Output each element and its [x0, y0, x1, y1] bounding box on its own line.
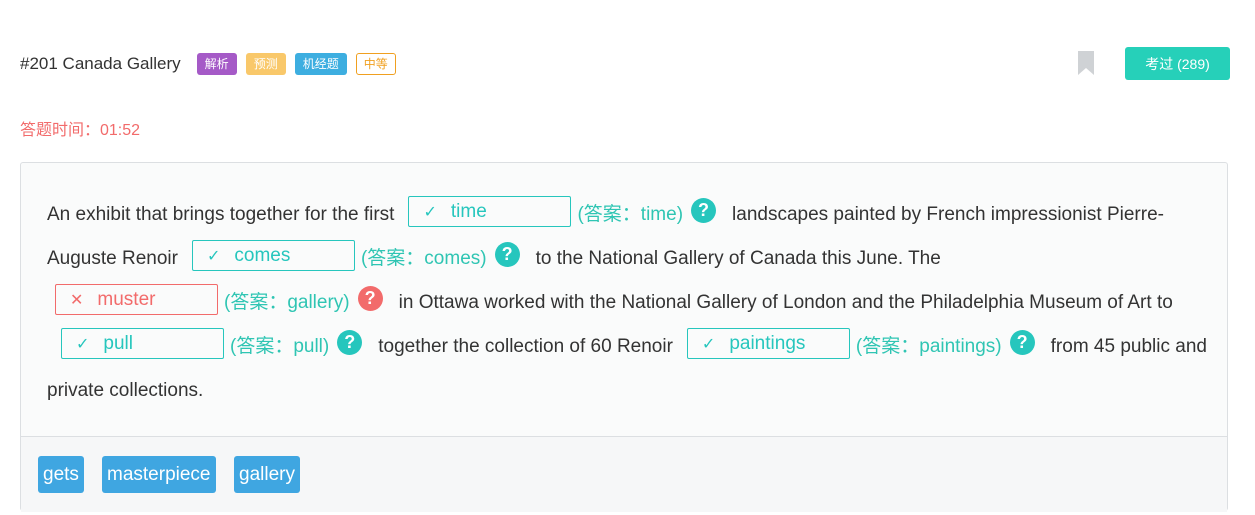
answer-timer: 答题时间：01:52 [20, 122, 141, 139]
help-icon[interactable]: ? [337, 330, 363, 356]
passage-text: to the National Gallery of Canada this J… [535, 248, 941, 269]
help-icon[interactable]: ? [494, 242, 520, 268]
help-icon[interactable]: ? [1009, 330, 1035, 356]
blank-4[interactable]: ✓ pull [61, 328, 224, 360]
exam-taken-button[interactable]: 考过 (289) [1125, 47, 1230, 80]
help-icon[interactable]: ? [691, 198, 717, 224]
blank-value: time [450, 201, 487, 223]
blank-3[interactable]: ✕ muster [55, 284, 218, 316]
help-icon[interactable]: ? [357, 286, 383, 312]
option-gallery[interactable]: gallery [234, 456, 300, 493]
blank-1[interactable]: ✓ time [408, 196, 572, 228]
blank-value: pull [103, 333, 133, 355]
check-icon: ✓ [206, 248, 221, 266]
option-masterpiece[interactable]: masterpiece [102, 456, 216, 493]
answer-label: (答案：paintings) [855, 336, 1002, 357]
check-icon: ✓ [423, 204, 437, 222]
tag-prediction[interactable]: 预测 [245, 53, 286, 75]
answer-label: (答案：time) [577, 204, 684, 225]
blank-5[interactable]: ✓ paintings [686, 328, 850, 360]
passage-text: in Ottawa worked with the National Galle… [398, 292, 1173, 313]
passage-text: together the collection of 60 Renoir [378, 336, 673, 357]
passage: An exhibit that brings together for the … [47, 193, 1217, 413]
question-title: #201 Canada Gallery [20, 54, 181, 73]
tag-difficulty: 中等 [355, 53, 396, 75]
option-gets[interactable]: gets [38, 456, 84, 493]
answer-label: (答案：pull) [230, 336, 330, 357]
answer-label: (答案：gallery) [224, 292, 350, 313]
tag-exam-memory[interactable]: 机经题 [294, 53, 347, 75]
blank-value: muster [97, 289, 156, 311]
bookmark-icon[interactable] [1078, 51, 1094, 75]
tag-analysis[interactable]: 解析 [196, 53, 237, 75]
question-header: #201 Canada Gallery 解析 预测 机经题 中等 [20, 48, 405, 80]
blank-value: paintings [729, 333, 806, 355]
question-panel: An exhibit that brings together for the … [20, 162, 1228, 512]
blank-value: comes [234, 245, 291, 267]
check-icon: ✓ [76, 336, 90, 354]
answer-label: (答案：comes) [360, 248, 487, 269]
check-icon: ✓ [701, 336, 716, 354]
passage-text: An exhibit that brings together for the … [47, 204, 395, 225]
blank-2[interactable]: ✓ comes [191, 240, 355, 272]
options-bar: gets masterpiece gallery [21, 436, 1227, 512]
cross-icon: ✕ [70, 292, 84, 310]
